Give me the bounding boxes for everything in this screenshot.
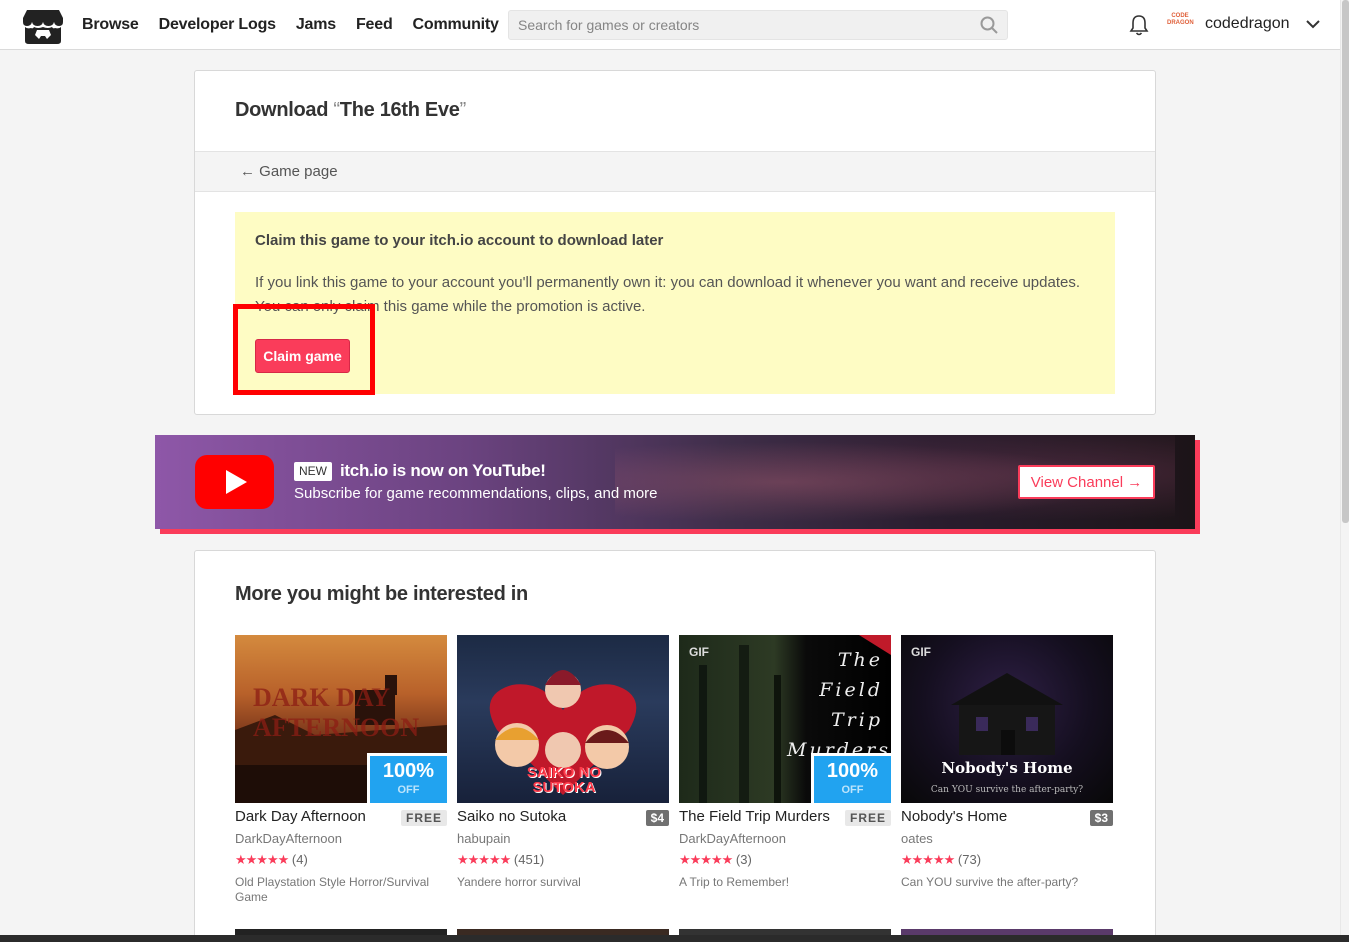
thumbnail-title-art: The Field Trip Murders [787, 649, 891, 761]
game-description: A Trip to Remember! [679, 875, 790, 889]
new-badge: NEW [294, 462, 332, 481]
sale-percent: 100% [826, 760, 879, 782]
youtube-banner: NEW itch.io is now on YouTube! Subscribe… [155, 435, 1195, 529]
view-channel-button[interactable]: View Channel → [1018, 465, 1155, 499]
rating-count: (73) [957, 852, 982, 867]
rating-count: (4) [291, 852, 308, 867]
youtube-title: itch.io is now on YouTube! [340, 461, 546, 480]
rating-count: (3) [735, 852, 752, 867]
thumbnail-subtitle-art: Can YOU survive the after-party? [930, 785, 1084, 795]
game-author[interactable]: oates [901, 831, 933, 846]
price-badge: FREE [844, 810, 891, 826]
game-title[interactable]: Dark Day Afternoon [235, 808, 366, 825]
game-description: Old Playstation Style Horror/Survival Ga… [235, 875, 430, 904]
thumbnail-title-art: Nobody's Home [941, 759, 1073, 777]
star-rating-icon: ★★★★★ [901, 852, 955, 867]
game-description: Yandere horror survival [457, 875, 581, 889]
price-badge: FREE [400, 810, 447, 826]
game-card-nobodys-home[interactable]: Nobody's Home Can YOU survive the after-… [901, 635, 1113, 889]
page-title: Download “The 16th Eve” [235, 99, 466, 122]
game-thumbnail[interactable]: DARK DAY AFTERNOON 100% OFF [235, 635, 447, 803]
recommendations-heading: More you might be interested in [235, 583, 528, 605]
nav-feed[interactable]: Feed [356, 16, 393, 34]
recommendations-panel: More you might be interested in DARK DAY… [194, 550, 1156, 942]
top-header: Browse Developer Logs Jams Feed Communit… [0, 0, 1340, 50]
username[interactable]: codedragon [1205, 15, 1290, 33]
main-nav: Browse Developer Logs Jams Feed Communit… [82, 0, 519, 50]
nav-browse[interactable]: Browse [82, 16, 139, 34]
thumbnail-art [951, 673, 1063, 755]
game-nav-bar: ← Game page [195, 151, 1155, 192]
rating-count: (451) [513, 852, 545, 867]
game-author[interactable]: habupain [457, 831, 511, 846]
claim-description: If you link this game to your account yo… [255, 274, 1080, 315]
sale-off-label: OFF [397, 784, 420, 796]
chevron-down-icon[interactable] [1305, 18, 1321, 30]
game-card-field-trip-murders[interactable]: The Field Trip Murders GIF 100% OFF The … [679, 635, 891, 889]
sale-badge: 100% OFF [367, 753, 447, 803]
game-title[interactable]: Nobody's Home [901, 808, 1007, 825]
star-rating-icon: ★★★★★ [235, 852, 289, 867]
search-input[interactable] [509, 11, 969, 39]
game-name: The 16th Eve [339, 99, 460, 121]
game-thumbnail[interactable]: SAIKO NO SUTOKA [457, 635, 669, 803]
star-rating-icon: ★★★★★ [457, 852, 511, 867]
game-rating: ★★★★★ (451) [457, 852, 544, 868]
game-rating: ★★★★★ (3) [679, 852, 752, 868]
highlight-box [233, 304, 375, 395]
itchio-logo-icon[interactable] [23, 8, 63, 44]
game-rating: ★★★★★ (73) [901, 852, 981, 868]
search-bar [508, 10, 1008, 40]
game-description: Can YOU survive the after-party? [901, 875, 1079, 889]
claim-heading: Claim this game to your itch.io account … [255, 232, 664, 249]
notification-bell-icon[interactable] [1129, 14, 1149, 36]
title-close-quote: ” [459, 99, 467, 121]
game-card-saiko-no-sutoka[interactable]: SAIKO NO SUTOKA Saiko no Sutoka $4 habup… [457, 635, 669, 889]
game-thumbnail[interactable]: Nobody's Home Can YOU survive the after-… [901, 635, 1113, 803]
game-card-dark-day-afternoon[interactable]: DARK DAY AFTERNOON 100% OFF Dark Day Aft… [235, 635, 447, 904]
bottom-bar [0, 935, 1349, 942]
game-thumbnail[interactable]: The Field Trip Murders GIF 100% OFF [679, 635, 891, 803]
game-title[interactable]: Saiko no Sutoka [457, 808, 566, 825]
page-scrollbar[interactable] [1340, 0, 1349, 942]
nav-developer-logs[interactable]: Developer Logs [159, 16, 276, 34]
game-author[interactable]: DarkDayAfternoon [679, 831, 786, 846]
gif-label: GIF [689, 645, 709, 659]
game-rating: ★★★★★ (4) [235, 852, 308, 868]
youtube-icon[interactable] [195, 455, 274, 509]
game-title[interactable]: The Field Trip Murders [679, 808, 830, 825]
search-icon[interactable] [980, 16, 998, 34]
gif-label: GIF [911, 645, 931, 659]
back-to-game-page-link[interactable]: ← Game page [240, 163, 338, 180]
price-badge: $4 [645, 810, 669, 826]
sale-percent: 100% [382, 760, 435, 782]
youtube-subtitle: Subscribe for game recommendations, clip… [294, 485, 658, 502]
game-author[interactable]: DarkDayAfternoon [235, 831, 342, 846]
nav-community[interactable]: Community [413, 16, 499, 34]
title-prefix: Download [235, 99, 334, 121]
star-rating-icon: ★★★★★ [679, 852, 733, 867]
nav-jams[interactable]: Jams [296, 16, 336, 34]
sale-badge: 100% OFF [811, 753, 891, 803]
thumbnail-title-art: DARK DAY AFTERNOON [253, 683, 420, 742]
avatar[interactable]: CODE DRAGON [1167, 13, 1194, 35]
price-badge: $3 [1089, 810, 1113, 826]
sale-off-label: OFF [841, 784, 864, 796]
scrollbar-thumb[interactable] [1342, 0, 1349, 523]
thumbnail-title-art: SAIKO NO SUTOKA [526, 764, 602, 796]
